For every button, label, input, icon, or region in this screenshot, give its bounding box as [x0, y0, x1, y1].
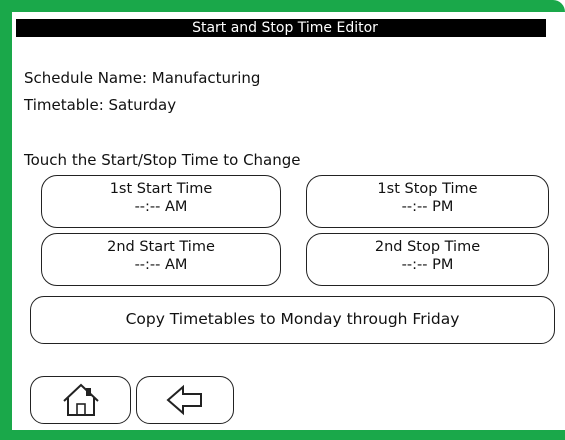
first-start-time-value: --:-- AM: [134, 199, 188, 215]
second-start-time-button[interactable]: 2nd Start Time --:-- AM: [41, 233, 281, 286]
first-stop-time-label: 1st Stop Time: [377, 181, 478, 197]
frame-border-left: [0, 0, 12, 440]
frame-border-top: [0, 0, 565, 12]
second-stop-time-value: --:-- PM: [401, 257, 454, 273]
second-stop-time-label: 2nd Stop Time: [374, 239, 481, 255]
back-arrow-icon: [166, 384, 202, 416]
copy-timetables-button[interactable]: Copy Timetables to Monday through Friday: [30, 296, 555, 344]
second-start-time-label: 2nd Start Time: [107, 239, 215, 255]
instruction-text: Touch the Start/Stop Time to Change: [24, 151, 301, 169]
first-start-time-label: 1st Start Time: [109, 181, 213, 197]
second-start-time-value: --:-- AM: [134, 257, 188, 273]
home-icon: [62, 383, 99, 416]
page-title: Start and Stop Time Editor: [16, 19, 546, 37]
first-stop-time-value: --:-- PM: [401, 199, 454, 215]
timetable-text: Timetable: Saturday: [24, 96, 177, 114]
screen: Start and Stop Time Editor Schedule Name…: [0, 0, 565, 440]
first-stop-time-button[interactable]: 1st Stop Time --:-- PM: [306, 175, 549, 228]
frame-border-bottom: [0, 430, 565, 440]
back-button[interactable]: [136, 376, 234, 424]
schedule-name-text: Schedule Name: Manufacturing: [24, 69, 261, 87]
home-button[interactable]: [30, 376, 131, 424]
first-start-time-button[interactable]: 1st Start Time --:-- AM: [41, 175, 281, 228]
second-stop-time-button[interactable]: 2nd Stop Time --:-- PM: [306, 233, 549, 286]
